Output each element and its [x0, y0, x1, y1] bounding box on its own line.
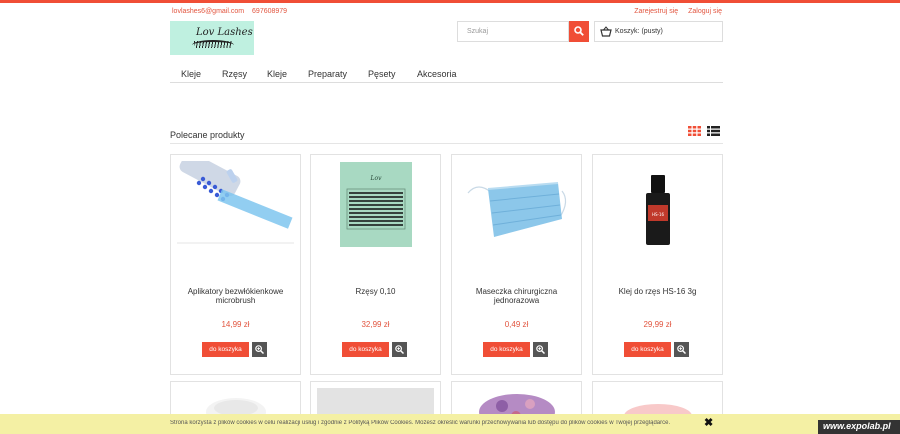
account-links: Zarejestruj się Zaloguj się: [626, 8, 722, 15]
section-divider: [170, 143, 723, 144]
quick-view-button[interactable]: [674, 342, 689, 357]
menu-item-kleje-2[interactable]: Kleje: [267, 69, 287, 79]
search-input[interactable]: Szukaj: [457, 21, 569, 42]
add-to-cart-button[interactable]: do koszyka: [483, 342, 530, 357]
product-name[interactable]: Rzęsy 0,10: [317, 287, 434, 296]
logo-text: Lov Lashes: [196, 27, 253, 38]
product-name[interactable]: Maseczka chirurgiczna jednorazowa: [458, 287, 575, 305]
add-to-cart-button[interactable]: do koszyka: [624, 342, 671, 357]
product-card[interactable]: Lov Rzęsy 0,10 32,99 zł do koszyka: [310, 154, 441, 375]
list-view-icon[interactable]: [707, 126, 720, 136]
add-to-cart-button[interactable]: do koszyka: [342, 342, 389, 357]
product-price: 14,99 zł: [221, 320, 250, 329]
zoom-in-icon: [677, 345, 686, 354]
login-link[interactable]: Zaloguj się: [688, 8, 722, 15]
contact-info: lovlashes6@gmail.com 697608979: [172, 8, 293, 15]
add-to-cart-button[interactable]: do koszyka: [202, 342, 249, 357]
site-logo[interactable]: Lov Lashes: [170, 21, 254, 55]
lash-icon: [192, 40, 234, 50]
product-price: 0,49 zł: [504, 320, 529, 329]
cookie-close-icon[interactable]: ✖: [704, 418, 713, 429]
quick-view-button[interactable]: [392, 342, 407, 357]
product-name[interactable]: Klej do rzęs HS-16 3g: [599, 287, 716, 296]
menu-item-pesety[interactable]: Pęsety: [368, 69, 396, 79]
cookie-banner: Strona korzysta z plików cookies w celu …: [0, 414, 900, 434]
product-card[interactable]: Maseczka chirurgiczna jednorazowa 0,49 z…: [451, 154, 582, 375]
search-icon: [574, 26, 584, 36]
product-card[interactable]: Aplikatory bezwłókienkowe microbrush 14,…: [170, 154, 301, 375]
zoom-in-icon: [536, 345, 545, 354]
quick-view-button[interactable]: [533, 342, 548, 357]
section-title: Polecane produkty: [170, 130, 245, 140]
menu-item-rzesy[interactable]: Rzęsy: [222, 69, 247, 79]
menu-item-preparaty[interactable]: Preparaty: [308, 69, 347, 79]
menu-item-kleje[interactable]: Kleje: [181, 69, 201, 79]
top-accent-bar: [0, 0, 900, 3]
product-image[interactable]: [177, 161, 294, 247]
svg-text:HS-16: HS-16: [652, 212, 665, 217]
main-menu: Kleje Rzęsy Kleje Preparaty Pęsety Akces…: [170, 67, 723, 83]
search-button[interactable]: [569, 21, 589, 42]
grid-view-icon[interactable]: [688, 126, 701, 136]
product-image[interactable]: HS-16: [599, 161, 716, 247]
cookie-text: Strona korzysta z plików cookies w celu …: [170, 420, 671, 426]
basket-icon: [600, 26, 612, 37]
product-price: 32,99 zł: [361, 320, 390, 329]
menu-item-akcesoria[interactable]: Akcesoria: [417, 69, 457, 79]
zoom-in-icon: [395, 345, 404, 354]
product-image[interactable]: Lov: [317, 161, 434, 247]
svg-text:Lov: Lov: [370, 175, 383, 182]
contact-email[interactable]: lovlashes6@gmail.com: [172, 8, 244, 15]
cart-label: Koszyk: (pusty): [615, 28, 663, 35]
product-name[interactable]: Aplikatory bezwłókienkowe microbrush: [177, 287, 294, 305]
register-link[interactable]: Zarejestruj się: [634, 8, 678, 15]
product-image[interactable]: [458, 161, 575, 247]
product-price: 29,99 zł: [643, 320, 672, 329]
contact-phone[interactable]: 697608979: [252, 8, 287, 15]
product-card[interactable]: HS-16 Klej do rzęs HS-16 3g 29,99 zł do …: [592, 154, 723, 375]
zoom-in-icon: [255, 345, 264, 354]
quick-view-button[interactable]: [252, 342, 267, 357]
watermark: www.expolab.pl: [818, 420, 900, 434]
cart-button[interactable]: Koszyk: (pusty): [594, 21, 723, 42]
